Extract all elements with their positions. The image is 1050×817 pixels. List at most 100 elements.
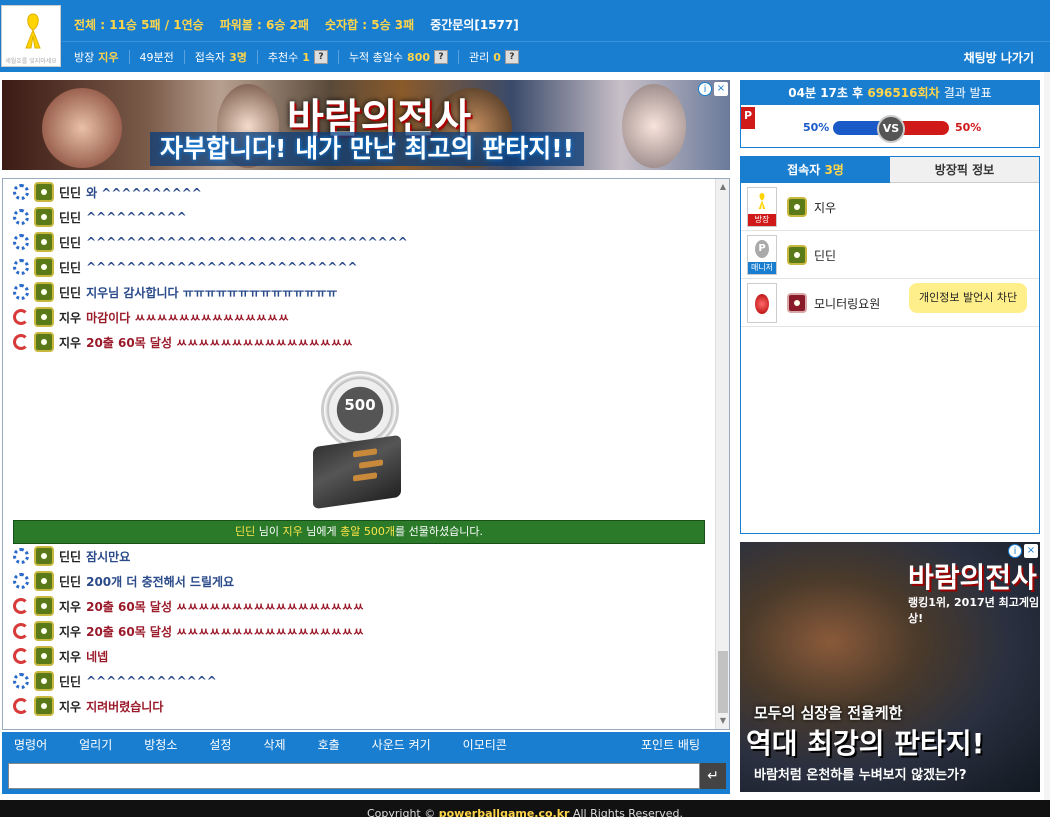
help-button[interactable]: ? [313, 50, 328, 64]
chat-message: 지우 20출 60목 달성 ㅆㅆㅆㅆㅆㅆㅆㅆㅆㅆㅆㅆㅆㅆㅆㅆ [13, 331, 353, 353]
cmd-sound[interactable]: 사운드 켜기 [372, 736, 431, 753]
gift-amount: 500 [344, 396, 376, 414]
chat-username[interactable]: 딘딘 [59, 673, 81, 690]
user-name: 모니터링요원 [814, 297, 881, 311]
chat-username[interactable]: 지우 [59, 309, 81, 326]
blue-user-icon [13, 284, 29, 300]
scroll-up-icon[interactable]: ▲ [718, 182, 728, 192]
chat-message: 딘딘 ^^^^^^^^^^^^^^^^^^^^^^^^^^^ [13, 256, 358, 278]
tab-owner-pick[interactable]: 방장픽 정보 [890, 157, 1039, 183]
chat-input-row: ↵ [2, 756, 730, 794]
user-row[interactable]: 방장 지우 [741, 183, 1039, 231]
vs-icon: VS [877, 115, 905, 143]
chat-username[interactable]: 딘딘 [59, 548, 81, 565]
chat-username[interactable]: 지우 [59, 648, 81, 665]
tab-users[interactable]: 접속자 3명 [741, 157, 890, 183]
chat-username[interactable]: 지우 [59, 698, 81, 715]
rank-badge-icon [34, 571, 54, 591]
chat-username[interactable]: 딘딘 [59, 209, 81, 226]
chat-username[interactable]: 딘딘 [59, 234, 81, 251]
red-user-icon [13, 598, 29, 614]
chat-username[interactable]: 딘딘 [59, 184, 81, 201]
chat-username[interactable]: 지우 [59, 334, 81, 351]
ad-tagline: 자부합니다! 내가 만난 최고의 판타지!! [150, 132, 585, 166]
footer: Copyright © powerballgame.co.kr All Righ… [0, 800, 1050, 817]
ad-info-icon[interactable]: i [698, 82, 712, 96]
chat-username[interactable]: 딘딘 [59, 259, 81, 276]
rank-badge-icon [34, 307, 54, 327]
ad-title: 바람의전사 [908, 561, 1037, 594]
chat-text: 20출 60목 달성 ㅆㅆㅆㅆㅆㅆㅆㅆㅆㅆㅆㅆㅆㅆㅆㅆㅆ [86, 624, 364, 639]
rank-badge-icon [34, 207, 54, 227]
stat-numbersum: 숫자합 : 5승 3패 [324, 18, 415, 32]
rank-badge-icon [34, 546, 54, 566]
chat-input[interactable] [8, 763, 700, 789]
chat-message: 딘딘 잠시만요 [13, 545, 130, 567]
cmd-delete[interactable]: 삭제 [263, 736, 285, 753]
siren-icon [755, 294, 769, 314]
top-header: 세월호를 잊지마세요 전체 : 11승 5패 / 1연승 파워볼 : 6승 2패… [0, 0, 1050, 72]
exit-chat-button[interactable]: 채팅방 나가기 [964, 49, 1034, 66]
help-button[interactable]: ? [504, 50, 519, 64]
help-button[interactable]: ? [434, 50, 449, 64]
side-banner-ad[interactable]: 바람의전사 랭킹1위, 2017년 최고게임상! 모두의 심장을 전율케한 역대… [740, 542, 1040, 792]
ad-close-icon[interactable]: × [714, 82, 728, 96]
monitor-badge-icon [787, 293, 807, 313]
ribbon-logo: 세월호를 잊지마세요 [1, 5, 61, 67]
cmd-commands[interactable]: 명령어 [14, 736, 47, 753]
rank-badge-icon [34, 646, 54, 666]
chat-scrollbar[interactable]: ▲ ▼ [715, 179, 729, 729]
ad-line1: 모두의 심장을 전율케한 [754, 704, 903, 722]
cmd-settings[interactable]: 설정 [209, 736, 231, 753]
p-flag-icon: P [741, 107, 755, 129]
ad-info-icon[interactable]: i [1008, 544, 1022, 558]
cmd-freeze[interactable]: 얼리기 [79, 736, 112, 753]
stat-powerball: 파워볼 : 6승 2패 [219, 18, 309, 32]
chat-text: 잠시만요 [86, 549, 131, 564]
chat-message: 딘딘 200개 더 충전해서 드릴게요 [13, 570, 234, 592]
chat-text: 마감이다 ㅆㅆㅆㅆㅆㅆㅆㅆㅆㅆㅆㅆㅆㅆ [86, 310, 289, 325]
red-user-icon [13, 698, 29, 714]
chat-username[interactable]: 딘딘 [59, 573, 81, 590]
blue-user-icon [13, 548, 29, 564]
scroll-thumb[interactable] [718, 651, 728, 713]
p-avatar-icon: P [755, 240, 769, 258]
ad-subtitle: 랭킹1위, 2017년 최고게임상! [908, 596, 1040, 625]
privacy-tooltip: 개인정보 발언시 차단 [909, 283, 1028, 313]
top-banner-ad[interactable]: 바람의전사 자부합니다! 내가 만난 최고의 판타지!! i × [2, 80, 730, 170]
chat-message: 딘딘 지우님 감사합니다 ㅠㅠㅠㅠㅠㅠㅠㅠㅠㅠㅠㅠㅠㅠ [13, 281, 337, 303]
yellow-ribbon-icon [25, 13, 41, 49]
chat-text: ^^^^^^^^^^^^^ [86, 674, 217, 688]
send-button[interactable]: ↵ [700, 763, 726, 789]
ammo-box-icon [313, 434, 401, 510]
room-info-row: 방장 지우 49분전 접속자 3명 추천수 1? 누적 총알수 800? 관리 0? [74, 47, 529, 67]
rank-badge-icon [34, 282, 54, 302]
chat-username[interactable]: 지우 [59, 598, 81, 615]
chat-message: 지우 지려버렸습니다 [13, 695, 163, 717]
cmd-emoticon[interactable]: 이모티콘 [463, 736, 507, 753]
cmd-call[interactable]: 호출 [318, 736, 340, 753]
point-bet-button[interactable]: 포인트 배팅 [641, 736, 700, 753]
chat-username[interactable]: 지우 [59, 623, 81, 640]
chat-text: 네넵 [86, 649, 109, 664]
stat-inquiry[interactable]: 중간문의[1577] [430, 16, 519, 34]
result-panel: 04분 17초 후 696516회차 결과 발표 P 50% VS 50% [740, 80, 1040, 148]
chat-message: 지우 네넵 [13, 645, 108, 667]
chat-text: 와 ^^^^^^^^^^ [86, 185, 202, 200]
chat-text: 20출 60목 달성 ㅆㅆㅆㅆㅆㅆㅆㅆㅆㅆㅆㅆㅆㅆㅆㅆ [86, 335, 353, 350]
blue-user-icon [13, 673, 29, 689]
chat-username[interactable]: 딘딘 [59, 284, 81, 301]
ad-close-icon[interactable]: × [1024, 544, 1038, 558]
avatar [747, 283, 777, 323]
user-row[interactable]: P 매니저 딘딘 [741, 231, 1039, 279]
chat-text: 200개 더 충전해서 드릴게요 [86, 574, 235, 589]
user-row[interactable]: 모니터링요원 개인정보 발언시 차단 [741, 279, 1039, 327]
recommend-count: 추천수 1? [258, 50, 339, 64]
scroll-down-icon[interactable]: ▼ [718, 716, 728, 726]
rank-badge-icon [34, 182, 54, 202]
user-name: 딘딘 [814, 249, 837, 263]
chat-log[interactable]: 딘딘 와 ^^^^^^^^^^ 딘딘 ^^^^^^^^^^ 딘딘 ^^^^^^^^^^^^… [2, 178, 730, 730]
cmd-clear[interactable]: 방청소 [144, 736, 177, 753]
logo-text: 세월호를 잊지마세요 [5, 58, 57, 65]
red-user-icon [13, 334, 29, 350]
